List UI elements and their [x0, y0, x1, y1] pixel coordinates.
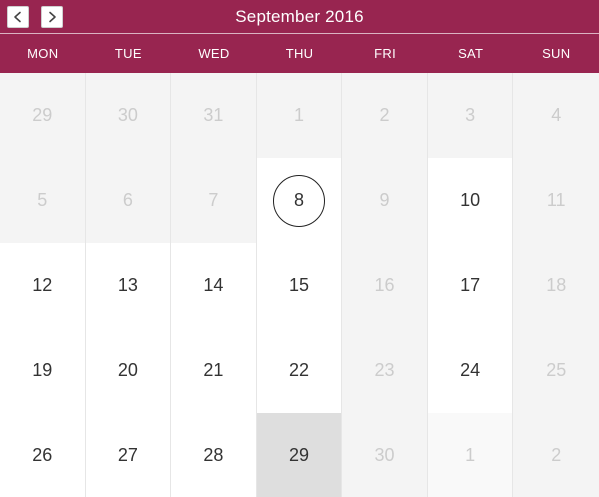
- day-cell: 25: [513, 328, 599, 413]
- day-cell: 30: [342, 413, 428, 497]
- day-cell-selected[interactable]: 8: [256, 158, 343, 243]
- selected-day-ring: 8: [272, 174, 325, 227]
- day-number: 26: [32, 445, 53, 465]
- day-number: 7: [208, 190, 219, 210]
- day-number: 24: [460, 360, 481, 380]
- day-number: 21: [203, 360, 224, 380]
- day-cell[interactable]: 24: [427, 328, 514, 413]
- day-cell[interactable]: 13: [85, 243, 172, 328]
- day-number: 1: [465, 445, 476, 465]
- day-number: 30: [374, 445, 395, 465]
- day-cell: 23: [342, 328, 428, 413]
- day-cell: 2: [342, 73, 428, 158]
- weekday-tue: TUE: [114, 46, 142, 61]
- day-cell: 6: [85, 158, 172, 243]
- day-cell: 16: [342, 243, 428, 328]
- weekday-thu: THU: [285, 46, 314, 61]
- day-number: 30: [117, 105, 138, 125]
- day-cell: 4: [513, 73, 599, 158]
- day-number: 29: [288, 445, 309, 465]
- day-number: 8: [293, 190, 304, 210]
- day-cell[interactable]: 26: [0, 413, 86, 497]
- day-number: 15: [288, 275, 309, 295]
- day-number: 5: [37, 190, 48, 210]
- day-number: 17: [460, 275, 481, 295]
- day-number: 13: [117, 275, 138, 295]
- weekday-wed: WED: [198, 46, 230, 61]
- day-number: 4: [551, 105, 562, 125]
- day-number: 28: [203, 445, 224, 465]
- day-number: 19: [32, 360, 53, 380]
- day-number: 18: [546, 275, 567, 295]
- day-number: 3: [465, 105, 476, 125]
- day-cell[interactable]: 21: [171, 328, 257, 413]
- month-title: September 2016: [235, 7, 364, 26]
- day-cell: 7: [171, 158, 257, 243]
- day-cell: 11: [513, 158, 599, 243]
- day-cell: 1: [256, 73, 343, 158]
- day-number: 29: [32, 105, 53, 125]
- weekday-sat: SAT: [458, 46, 484, 61]
- day-number: 14: [203, 275, 224, 295]
- day-cell[interactable]: 28: [171, 413, 257, 497]
- day-cell: 1: [427, 413, 514, 497]
- day-cell[interactable]: 12: [0, 243, 86, 328]
- day-number: 27: [117, 445, 138, 465]
- day-cell: 18: [513, 243, 599, 328]
- day-number: 1: [293, 105, 304, 125]
- day-number: 11: [546, 190, 566, 210]
- day-number: 16: [374, 275, 395, 295]
- day-cell[interactable]: 22: [256, 328, 343, 413]
- day-grid: 29 30 31 1 2 3 4 5 6 7 8 9 10 11 12 13 14 15 16 17 18 19 20 21 2…: [0, 73, 599, 497]
- day-cell[interactable]: 20: [85, 328, 172, 413]
- day-cell[interactable]: 27: [85, 413, 172, 497]
- day-cell: 31: [171, 73, 257, 158]
- calendar: September 2016 MON TUE WED THU FRI SAT S…: [0, 0, 599, 497]
- day-number: 2: [379, 105, 390, 125]
- calendar-header: September 2016: [0, 0, 599, 33]
- day-cell-highlighted[interactable]: 29: [256, 413, 343, 497]
- day-cell[interactable]: 15: [256, 243, 343, 328]
- day-number: 10: [460, 190, 481, 210]
- day-cell[interactable]: 17: [427, 243, 514, 328]
- day-number: 9: [379, 190, 390, 210]
- weekday-sun: SUN: [542, 46, 571, 61]
- day-number: 31: [203, 105, 224, 125]
- day-cell: 9: [342, 158, 428, 243]
- day-number: 25: [546, 360, 567, 380]
- day-cell: 2: [513, 413, 599, 497]
- day-number: 20: [117, 360, 138, 380]
- weekday-fri: FRI: [374, 46, 397, 61]
- weekday-header-row: MON TUE WED THU FRI SAT SUN: [0, 33, 599, 73]
- day-number: 12: [32, 275, 53, 295]
- day-cell: 30: [85, 73, 172, 158]
- day-number: 23: [374, 360, 395, 380]
- day-cell[interactable]: 14: [171, 243, 257, 328]
- day-cell[interactable]: 10: [427, 158, 514, 243]
- day-cell[interactable]: 19: [0, 328, 86, 413]
- day-cell: 5: [0, 158, 86, 243]
- day-cell: 29: [0, 73, 86, 158]
- day-number: 2: [551, 445, 562, 465]
- weekday-mon: MON: [27, 46, 59, 61]
- day-cell: 3: [427, 73, 514, 158]
- day-number: 22: [288, 360, 309, 380]
- day-number: 6: [122, 190, 133, 210]
